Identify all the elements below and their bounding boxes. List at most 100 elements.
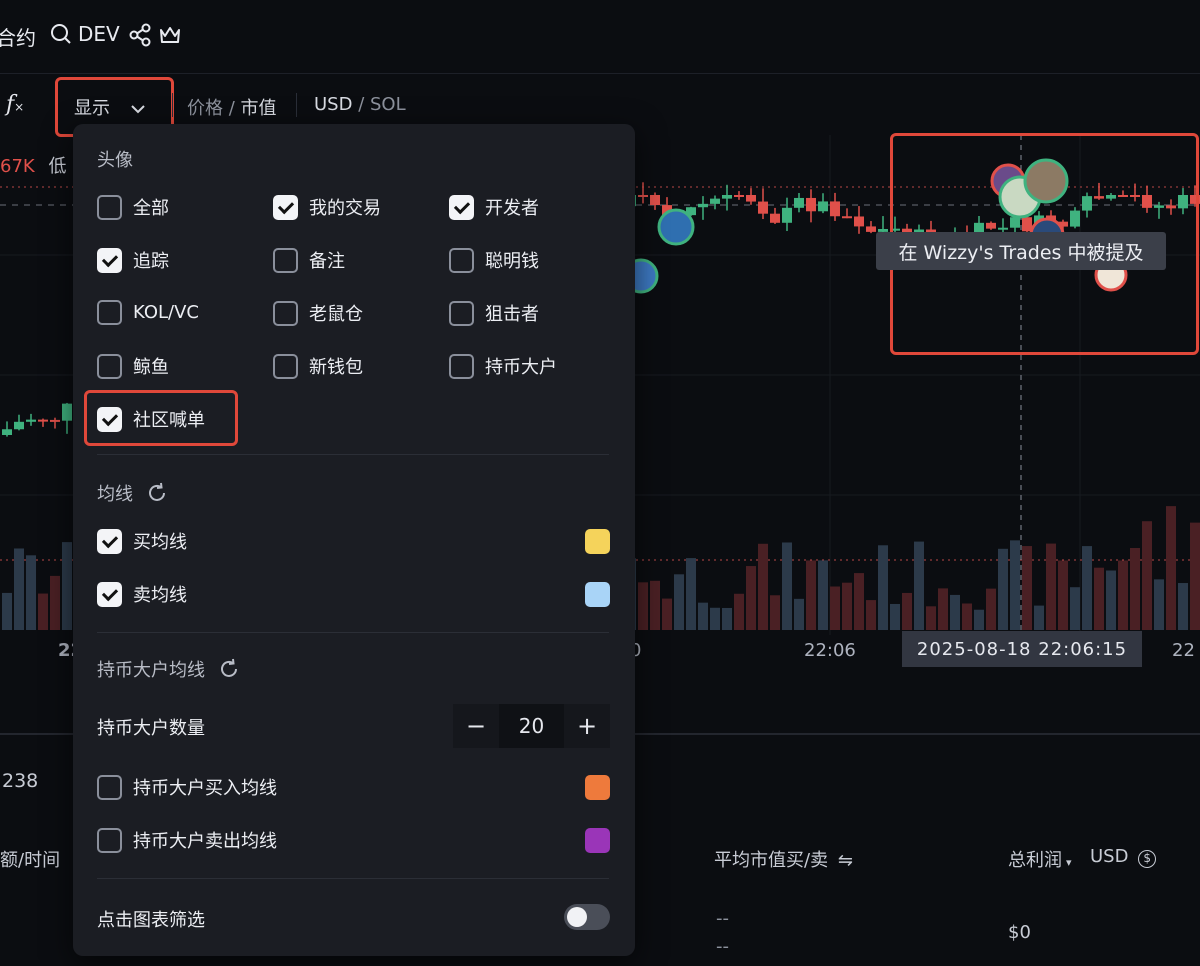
volume-bar bbox=[1142, 521, 1152, 630]
avatar-option-new-wallet[interactable]: 新钱包 bbox=[273, 353, 363, 379]
volume-bar bbox=[1166, 506, 1176, 630]
indicator-fx-icon[interactable]: f× bbox=[6, 92, 24, 117]
avatar-option-top-holder[interactable]: 持币大户 bbox=[449, 353, 557, 379]
chart-filter-toggle[interactable] bbox=[564, 904, 610, 930]
time-axis-label: 22:06 bbox=[804, 640, 856, 661]
volume-bar bbox=[1118, 560, 1128, 630]
holder-option-sell-ma[interactable]: 持币大户卖出均线 bbox=[97, 827, 277, 853]
sell-ma-color-swatch[interactable] bbox=[585, 582, 610, 607]
volume-bar bbox=[1082, 546, 1092, 630]
volume-bar bbox=[974, 609, 984, 630]
volume-bar bbox=[662, 598, 672, 630]
avatar-option-all[interactable]: 全部 bbox=[97, 194, 169, 220]
checkbox[interactable] bbox=[449, 300, 474, 326]
avatar-option-kol-vc[interactable]: KOL/VC bbox=[97, 300, 199, 325]
checkbox[interactable] bbox=[97, 247, 122, 273]
avatar-option-my-trades[interactable]: 我的交易 bbox=[273, 194, 381, 220]
display-menu: 头像 全部 我的交易 开发者 追踪 备注 聪明钱 KOL/VC 老鼠仓 狙击者 … bbox=[73, 124, 635, 956]
checkbox[interactable] bbox=[273, 353, 298, 379]
checkbox[interactable] bbox=[97, 353, 122, 379]
volume-bar bbox=[38, 593, 48, 630]
ma-option-sell[interactable]: 卖均线 bbox=[97, 581, 187, 607]
avg-sell-value: -- bbox=[716, 936, 729, 957]
candle-body bbox=[26, 419, 36, 422]
holder-count-label: 持币大户数量 bbox=[97, 718, 205, 739]
checkbox[interactable] bbox=[97, 300, 122, 325]
volume-bar bbox=[734, 593, 744, 630]
holder-sell-ma-color-swatch[interactable] bbox=[585, 828, 610, 853]
price-mcap-toggle[interactable]: 价格 / 市值 bbox=[187, 94, 277, 120]
holder-count-value[interactable]: 20 bbox=[499, 714, 564, 738]
volume-bar bbox=[1190, 522, 1200, 630]
volume-bar bbox=[758, 543, 768, 630]
volume-bar bbox=[650, 580, 660, 630]
volume-bar bbox=[818, 560, 828, 630]
search-icon bbox=[51, 24, 71, 44]
section-divider bbox=[97, 454, 609, 455]
volume-bar bbox=[938, 588, 948, 630]
caret-down-icon: ▾ bbox=[1066, 856, 1072, 869]
decrement-button[interactable]: − bbox=[453, 704, 499, 748]
checkbox[interactable] bbox=[449, 353, 474, 379]
checkbox[interactable] bbox=[97, 528, 122, 554]
checkbox[interactable] bbox=[97, 581, 122, 607]
total-profit-value: $0 bbox=[1008, 922, 1031, 943]
swap-icon: ⇋ bbox=[837, 850, 853, 871]
checkbox[interactable] bbox=[449, 194, 474, 220]
crown-icon[interactable] bbox=[158, 24, 182, 46]
checkbox[interactable] bbox=[97, 827, 122, 853]
candle-body bbox=[818, 201, 828, 212]
section-divider bbox=[97, 878, 609, 879]
reset-icon[interactable] bbox=[145, 481, 169, 505]
currency-toggle[interactable]: USD / SOL bbox=[314, 94, 406, 115]
avatar-option-notes[interactable]: 备注 bbox=[273, 247, 345, 273]
profit-currency[interactable]: USD $ bbox=[1090, 846, 1157, 868]
checkbox[interactable] bbox=[273, 194, 298, 220]
toolbar-divider bbox=[296, 93, 297, 117]
holder-buy-ma-color-swatch[interactable] bbox=[585, 775, 610, 800]
ma-section-title: 均线 bbox=[97, 480, 169, 506]
volume-bar bbox=[62, 542, 72, 630]
mention-tooltip: 在 Wizzy's Trades 中被提及 bbox=[876, 232, 1166, 270]
volume-bar bbox=[902, 592, 912, 630]
volume-bar bbox=[782, 542, 792, 630]
candle-body bbox=[638, 195, 648, 197]
volume-bar bbox=[686, 558, 696, 630]
candle-body bbox=[722, 195, 732, 199]
checkbox[interactable] bbox=[97, 194, 122, 220]
volume-bar bbox=[806, 560, 816, 630]
volume-bar bbox=[794, 598, 804, 630]
contract-label[interactable]: 合约 bbox=[0, 22, 36, 51]
dev-search[interactable]: DEV bbox=[50, 22, 120, 46]
ma-option-buy[interactable]: 买均线 bbox=[97, 528, 187, 554]
col-avg-mcap[interactable]: 平均市值买/卖 ⇋ bbox=[714, 846, 853, 872]
candle-body bbox=[710, 198, 720, 204]
holder-option-buy-ma[interactable]: 持币大户买入均线 bbox=[97, 774, 277, 800]
col-amount-time: 额/时间 bbox=[0, 850, 61, 871]
reset-icon[interactable] bbox=[217, 657, 241, 681]
candle-body bbox=[866, 226, 876, 232]
time-axis-label: 22 bbox=[1172, 640, 1195, 661]
avatar-marker[interactable] bbox=[657, 208, 695, 246]
candle-body bbox=[746, 195, 756, 202]
volume-bar bbox=[1154, 579, 1164, 630]
avatar-option-insider[interactable]: 老鼠仓 bbox=[273, 300, 363, 326]
avatar-option-smart-money[interactable]: 聪明钱 bbox=[449, 247, 539, 273]
checkbox[interactable] bbox=[449, 247, 474, 273]
candle-body bbox=[650, 195, 660, 206]
volume-bar bbox=[26, 555, 36, 630]
col-total-profit[interactable]: 总利润 ▾ bbox=[1008, 846, 1072, 872]
avg-buy-value: -- bbox=[716, 908, 729, 929]
checkbox[interactable] bbox=[273, 247, 298, 273]
increment-button[interactable]: + bbox=[564, 704, 610, 748]
avatar-option-sniper[interactable]: 狙击者 bbox=[449, 300, 539, 326]
avatar-option-tracking[interactable]: 追踪 bbox=[97, 247, 169, 273]
avatar-option-whale[interactable]: 鲸鱼 bbox=[97, 353, 169, 379]
checkbox[interactable] bbox=[97, 774, 122, 800]
avatar-option-dev[interactable]: 开发者 bbox=[449, 194, 539, 220]
checkbox[interactable] bbox=[273, 300, 298, 326]
candle-body bbox=[854, 216, 864, 227]
buy-ma-color-swatch[interactable] bbox=[585, 529, 610, 554]
share-icon[interactable] bbox=[129, 23, 151, 47]
candle-body bbox=[62, 403, 72, 421]
